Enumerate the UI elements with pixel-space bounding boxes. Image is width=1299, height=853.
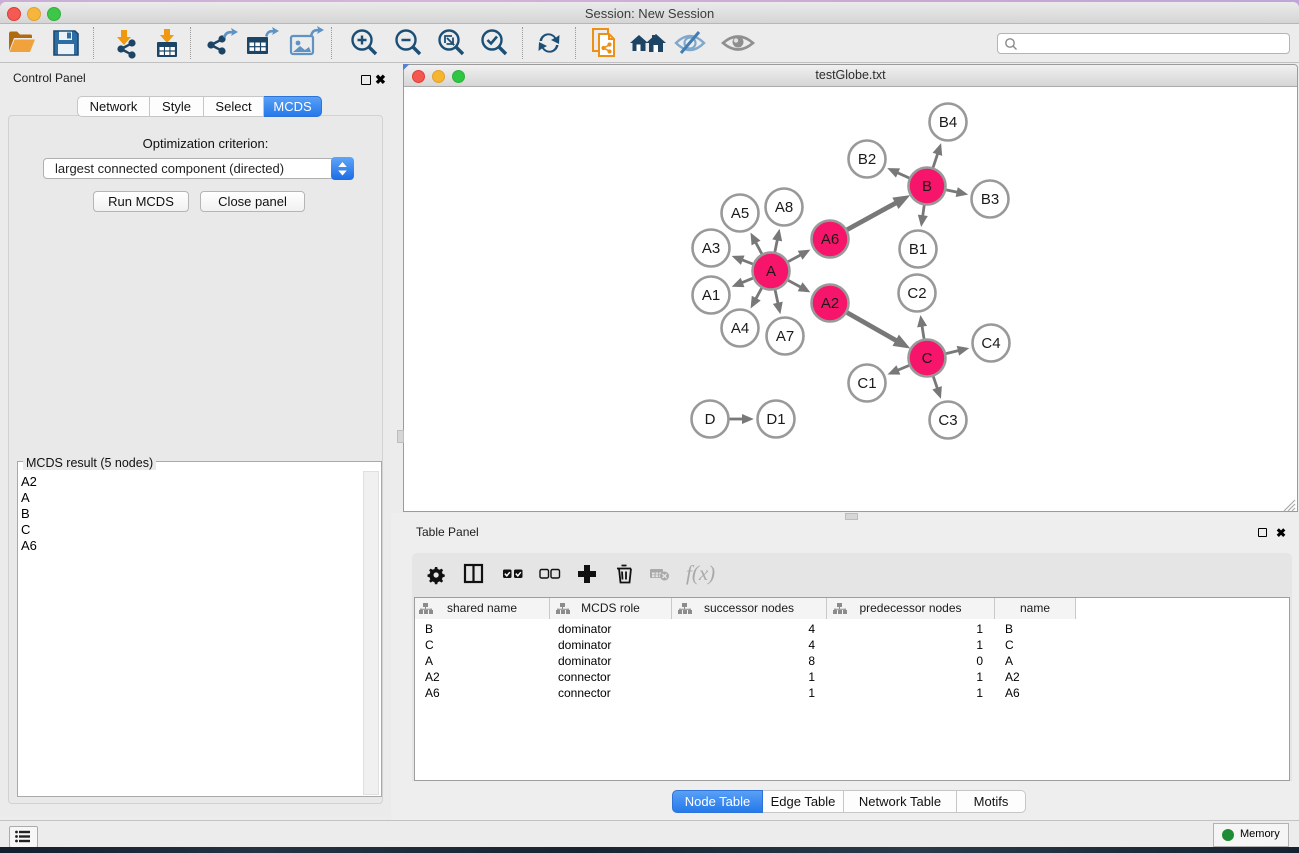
svg-text:B1: B1 <box>909 241 927 258</box>
svg-text:A7: A7 <box>776 328 794 345</box>
svg-text:A3: A3 <box>702 240 720 257</box>
svg-text:C3: C3 <box>938 412 957 429</box>
svg-text:B: B <box>922 178 932 195</box>
svg-text:B4: B4 <box>939 114 957 131</box>
svg-text:B3: B3 <box>981 191 999 208</box>
svg-text:B2: B2 <box>858 151 876 168</box>
svg-text:A1: A1 <box>702 287 720 304</box>
svg-text:C2: C2 <box>907 285 926 302</box>
svg-text:A4: A4 <box>731 320 749 337</box>
svg-text:f(x): f(x) <box>686 561 715 585</box>
svg-text:A5: A5 <box>731 205 749 222</box>
svg-text:A2: A2 <box>821 295 839 312</box>
svg-text:A6: A6 <box>821 231 839 248</box>
svg-text:A8: A8 <box>775 199 793 216</box>
svg-text:C: C <box>922 350 933 367</box>
svg-text:C4: C4 <box>981 335 1000 352</box>
svg-text:D: D <box>705 411 716 428</box>
svg-text:A: A <box>766 263 776 280</box>
svg-text:D1: D1 <box>766 411 785 428</box>
svg-text:C1: C1 <box>857 375 876 392</box>
